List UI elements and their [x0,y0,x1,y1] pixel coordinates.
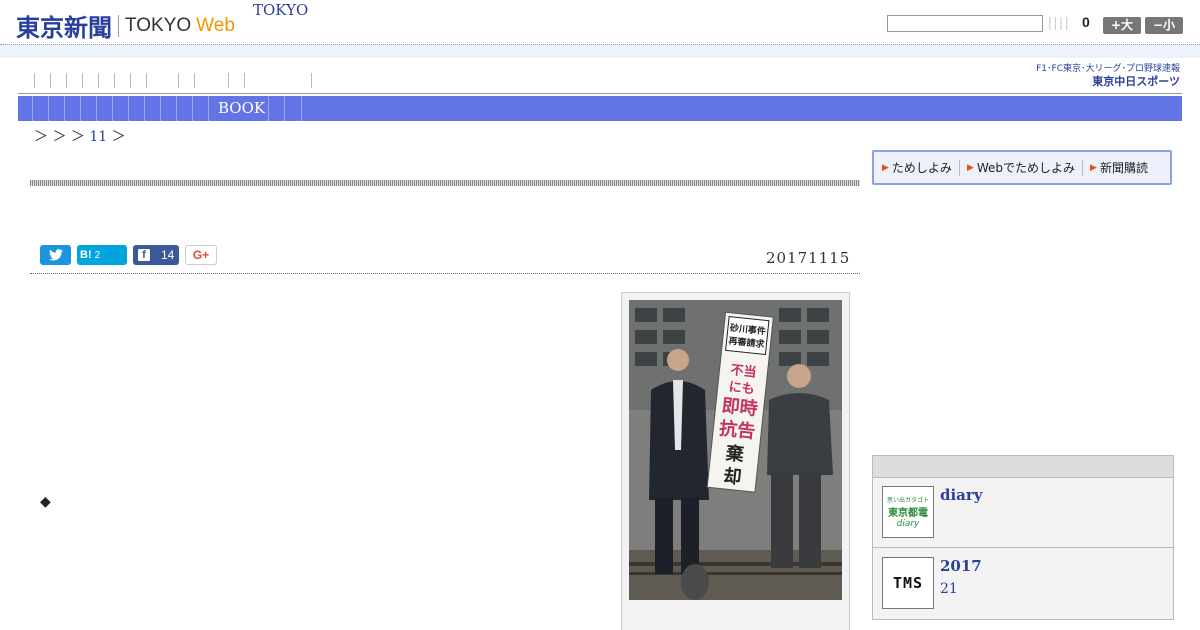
font-larger-button[interactable]: +大 [1103,17,1141,34]
nav-item[interactable] [194,73,195,88]
category-nav-item[interactable] [80,96,81,121]
header-separators: |||| [1048,14,1071,30]
category-nav-item[interactable] [32,96,33,121]
sidebar-item-title[interactable]: 2017 [940,557,982,575]
sidebar-item[interactable]: 思い出ガタゴト 東京都電 diary diary [873,478,1173,548]
twitter-icon [48,249,63,261]
nav-item[interactable] [146,73,147,88]
site-logo[interactable]: 東京新聞 TOKYO Web [16,8,235,43]
logo-divider [118,14,119,37]
category-nav-item[interactable] [284,96,285,121]
nav-item[interactable] [50,73,51,88]
sidebar-item-title[interactable]: diary [940,486,983,504]
subscription-divider [958,159,960,176]
chunichi-tagline: F1･FC東京･大リーグ･プロ野球速報 [1036,64,1180,74]
chunichi-logo: 東京中日スポーツ [1092,75,1180,88]
sidebar-item-subtitle: 21 [940,581,958,597]
logo-japanese: 東京新聞 [16,14,112,42]
nav-item[interactable] [178,73,179,88]
facebook-share-button[interactable]: f 14 [133,245,179,265]
font-smaller-button[interactable]: −小 [1145,17,1183,34]
category-nav-item[interactable] [160,96,161,121]
category-nav: BOOK [18,96,1182,121]
breadcrumb-separators: ＞ ＞ ＞ [34,129,85,145]
toden-diary-thumbnail: 思い出ガタゴト 東京都電 diary [882,486,934,538]
category-nav-item[interactable] [64,96,65,121]
article-photo[interactable]: 砂川事件 再審請求 不当 にも 即時 抗告 棄 却 [629,300,842,600]
section-bullet: ◆ [40,494,51,510]
breadcrumb-separator: ＞ [111,129,126,145]
svg-text:棄: 棄 [725,442,746,466]
nav-item[interactable] [244,73,245,88]
category-nav-item[interactable] [301,96,302,121]
hatena-bookmark-button[interactable]: B! 2 [77,245,127,265]
subscription-bar: ▶ ためしよみ ▶ Webでためしよみ ▶ 新聞購読 [872,150,1172,185]
search-input[interactable] [887,15,1043,32]
svg-text:にも: にも [728,380,755,398]
sidebar-header [873,456,1173,478]
nav-item[interactable] [98,73,99,88]
date-divider [30,273,860,274]
social-share-bar: B! 2 f 14 G+ [40,245,223,265]
category-nav-item[interactable] [112,96,113,121]
site-header: 東京新聞 TOKYO Web |||| 0 +大 −小 [0,0,1200,44]
sidebar-item[interactable]: TMS 2017 21 [873,549,1173,619]
press-photo-illustration: 砂川事件 再審請求 不当 にも 即時 抗告 棄 却 [629,300,842,600]
nav-item[interactable] [228,73,229,88]
twitter-share-button[interactable] [40,245,71,265]
article-date: 20171115 [766,249,851,267]
primary-nav [18,70,1182,94]
nav-item[interactable] [66,73,67,88]
nav-item-tokyo[interactable]: TOKYO [253,1,308,19]
nav-item[interactable] [34,73,35,88]
arrow-icon: ▶ [1090,162,1097,173]
nav-item[interactable] [311,73,312,88]
web-trial-read-link[interactable]: ▶ Webでためしよみ [967,159,1075,176]
tms-thumbnail: TMS [882,557,934,609]
breadcrumb-link[interactable]: 11 [89,129,107,145]
category-nav-book[interactable]: BOOK [218,99,265,117]
nav-divider [18,93,1182,94]
svg-text:不当: 不当 [730,362,758,381]
logo-tokyo: TOKYO [125,14,192,36]
category-nav-item[interactable] [128,96,129,121]
google-plus-share-button[interactable]: G+ [185,245,217,265]
nav-item[interactable] [114,73,115,88]
facebook-count: 14 [161,248,175,262]
category-nav-item[interactable] [176,96,177,121]
arrow-icon: ▶ [966,162,974,173]
breadcrumb: ＞ ＞ ＞ 11 ＞ [34,126,126,146]
facebook-icon: f [138,249,150,261]
header-dotted-divider [0,44,1200,58]
hatena-icon: B! [80,249,92,261]
sidebar-feature-box: 思い出ガタゴト 東京都電 diary diary TMS 2017 21 [872,455,1174,620]
nav-item[interactable] [130,73,131,88]
arrow-icon: ▶ [882,162,889,173]
category-nav-item[interactable] [48,96,49,121]
chunichi-sports-banner[interactable]: F1･FC東京･大リーグ･プロ野球速報 東京中日スポーツ [1028,64,1180,89]
hatena-count: 2 [94,249,101,261]
svg-text:即時: 即時 [721,395,759,420]
subscription-divider [1082,159,1084,176]
logo-web: Web [196,14,235,36]
category-nav-item[interactable] [268,96,269,121]
category-nav-item[interactable] [96,96,97,121]
category-nav-item[interactable] [208,96,209,121]
svg-text:抗告: 抗告 [718,417,756,443]
svg-text:却: 却 [722,466,742,489]
header-count: 0 [1082,14,1090,30]
headline-divider [30,180,860,186]
category-nav-item[interactable] [144,96,145,121]
nav-item[interactable] [82,73,83,88]
subscribe-link[interactable]: ▶ 新聞購読 [1090,159,1148,176]
category-nav-item[interactable] [192,96,193,121]
trial-read-link[interactable]: ▶ ためしよみ [882,159,952,176]
